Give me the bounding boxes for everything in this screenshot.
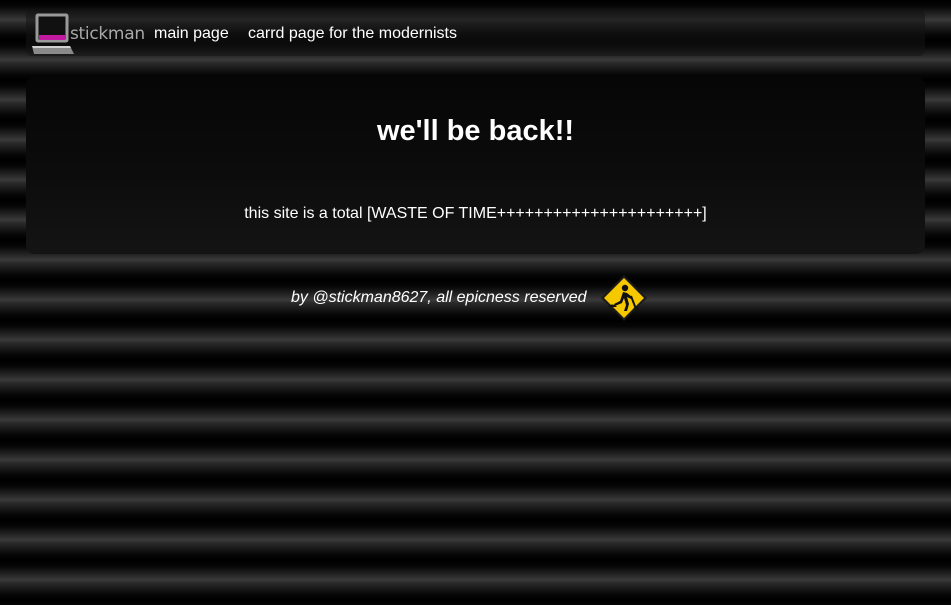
footer: by @stickman8627, all epicness reserved — [0, 272, 951, 324]
logo-text: stickman — [70, 24, 145, 44]
page-title: we'll be back!! — [376, 115, 575, 147]
nav-link-carrd-page[interactable]: carrd page for the modernists — [248, 25, 457, 43]
site-logo[interactable]: stickman — [30, 12, 146, 56]
nav-link-main-page[interactable]: main page — [154, 25, 229, 43]
navbar: stickman main page carrd page for the mo… — [26, 10, 925, 56]
under-construction-sign-icon — [601, 275, 647, 321]
announcement-card: we'll be back!! this site is a total [WA… — [26, 77, 925, 254]
card-message: this site is a total [WASTE OF TIME+++++… — [244, 205, 707, 222]
laptop-icon — [32, 13, 74, 54]
footer-credit: by @stickman8627, all epicness reserved — [291, 289, 587, 306]
